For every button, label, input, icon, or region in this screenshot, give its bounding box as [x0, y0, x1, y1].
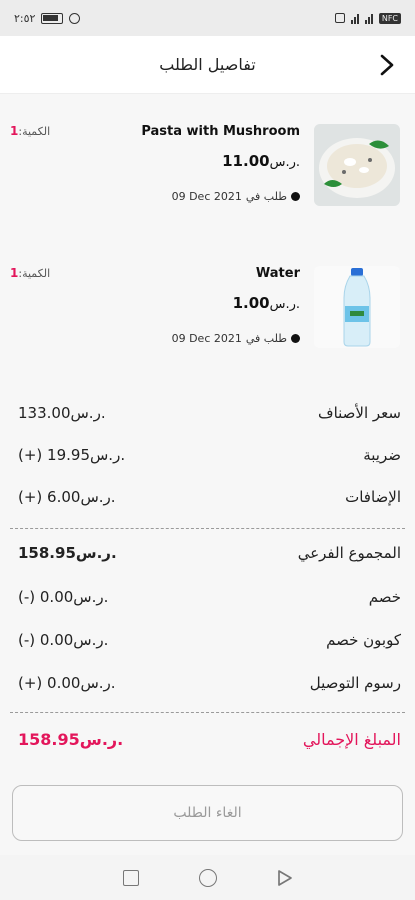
item-date-prefix: طلب في — [245, 332, 287, 345]
nfc-icon: NFC — [378, 12, 401, 24]
divider — [10, 712, 405, 713]
divider — [10, 528, 405, 529]
addons-row: الإضافات (+) 6.00ر.س. — [0, 484, 415, 514]
order-item: Water 1.00ر.س. طلب في 09 Dec 2021 الكمية… — [0, 266, 415, 388]
app-header: تفاصيل الطلب — [0, 36, 415, 94]
addons-label: الإضافات — [345, 488, 401, 506]
total-label: المبلغ الإجمالي — [302, 730, 401, 749]
item-date-value: 09 Dec 2021 — [171, 190, 242, 203]
chevron-right-icon — [380, 54, 394, 76]
back-button[interactable] — [375, 50, 399, 80]
item-price-value: 11.00 — [222, 152, 270, 170]
pasta-bowl-image — [314, 124, 400, 206]
page-title: تفاصيل الطلب — [159, 55, 256, 74]
tax-row: ضريبة (+) 19.95ر.س. — [0, 442, 415, 472]
items-price-row: سعر الأصناف 133.00ر.س. — [0, 400, 415, 430]
battery-icon — [41, 12, 64, 24]
quantity-label: الكمية: — [18, 267, 51, 280]
item-date-prefix: طلب في — [245, 190, 287, 203]
total-row: المبلغ الإجمالي 158.95ر.س. — [0, 726, 415, 756]
bullet-icon — [291, 192, 300, 201]
items-price-value: 133.00ر.س. — [18, 404, 106, 422]
coupon-row: كوبون خصم (-) 0.00ر.س. — [0, 627, 415, 657]
cancel-order-button[interactable]: الغاء الطلب — [12, 785, 403, 841]
total-value: 158.95ر.س. — [18, 730, 124, 749]
tax-value: (+) 19.95ر.س. — [18, 446, 126, 464]
status-left: ٢:٥٢ — [14, 11, 81, 25]
item-date: طلب في 09 Dec 2021 — [172, 332, 300, 345]
delivery-row: رسوم التوصيل (+) 0.00ر.س. — [0, 670, 415, 700]
coupon-label: كوبون خصم — [326, 631, 401, 649]
discount-label: خصم — [368, 588, 401, 606]
system-nav-bar — [0, 855, 415, 900]
item-currency: ر.س. — [269, 297, 300, 312]
discount-row: خصم (-) 0.00ر.س. — [0, 584, 415, 614]
water-bottle-image — [314, 266, 400, 348]
status-time: ٢:٥٢ — [14, 11, 36, 25]
item-quantity: الكمية:1 — [10, 266, 50, 280]
subtotal-row: المجموع الفرعي 158.95ر.س. — [0, 540, 415, 570]
subtotal-value: 158.95ر.س. — [18, 544, 117, 562]
alarm-icon — [69, 12, 81, 24]
item-price: 11.00ر.س. — [222, 152, 300, 170]
triangle-back-icon[interactable] — [277, 869, 293, 887]
subtotal-label: المجموع الفرعي — [297, 544, 401, 562]
app-notification-icon — [334, 13, 345, 23]
bullet-icon — [291, 334, 300, 343]
item-name: Water — [255, 266, 300, 281]
status-bar: ٢:٥٢ NFC — [0, 0, 415, 36]
item-price: 1.00ر.س. — [233, 294, 300, 312]
signal-icon-2 — [364, 13, 373, 24]
item-name: Pasta with Mushroom — [141, 124, 300, 139]
item-date: طلب في 09 Dec 2021 — [172, 190, 300, 203]
addons-value: (+) 6.00ر.س. — [18, 488, 116, 506]
item-date-value: 09 Dec 2021 — [171, 332, 242, 345]
coupon-value: (-) 0.00ر.س. — [18, 631, 109, 649]
items-price-label: سعر الأصناف — [318, 404, 401, 422]
signal-icon — [350, 13, 359, 24]
delivery-label: رسوم التوصيل — [309, 674, 401, 692]
item-currency: ر.س. — [269, 155, 300, 170]
circle-icon[interactable] — [198, 868, 217, 887]
tax-label: ضريبة — [363, 446, 401, 464]
square-icon[interactable] — [122, 869, 139, 886]
discount-value: (-) 0.00ر.س. — [18, 588, 109, 606]
quantity-label: الكمية: — [18, 125, 51, 138]
status-right: NFC — [334, 12, 401, 24]
item-price-value: 1.00 — [232, 294, 270, 312]
delivery-value: (+) 0.00ر.س. — [18, 674, 116, 692]
order-item: Pasta with Mushroom 11.00ر.س. طلب في 09 … — [0, 124, 415, 246]
item-quantity: الكمية:1 — [10, 124, 50, 138]
